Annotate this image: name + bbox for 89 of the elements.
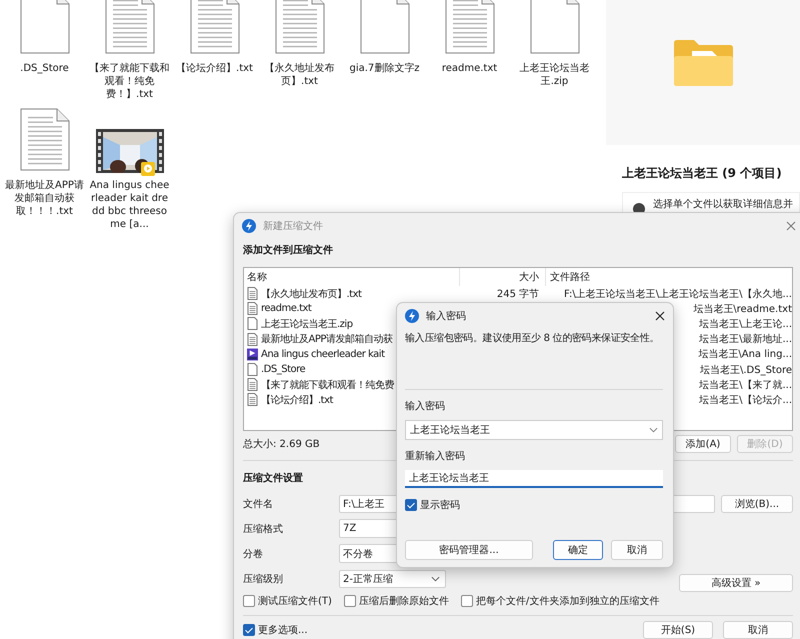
file-path: 坛当老王\Ana ling... bbox=[698, 348, 792, 362]
input-field[interactable]: 7Z bbox=[339, 519, 399, 538]
confirm-password-field[interactable]: 上老王论坛当老王 bbox=[405, 470, 663, 488]
folder-title: 上老王论坛当老王 (9 个项目) bbox=[622, 165, 783, 182]
file-size: 245 字节 bbox=[496, 288, 540, 301]
checkbox[interactable] bbox=[344, 595, 356, 607]
window-title: 新建压缩文件 bbox=[263, 220, 323, 233]
text-file-icon[interactable] bbox=[190, 0, 240, 56]
file-name: gia.7删除文字z bbox=[348, 62, 421, 75]
file-name: 最新地址及APP请发邮箱自动获取！！！.txt bbox=[4, 179, 84, 218]
password-manager-button[interactable]: 密码管理器... bbox=[405, 540, 533, 560]
text-file-icon bbox=[247, 393, 258, 406]
file-path: 坛当老王\.DS_Store bbox=[700, 364, 792, 377]
section-heading: 压缩文件设置 bbox=[243, 472, 303, 485]
checkbox-label: 测试压缩文件(T) bbox=[258, 594, 332, 608]
file-path: 坛当老王\最新地址... bbox=[699, 332, 792, 346]
close-icon[interactable] bbox=[655, 311, 665, 321]
file-name[interactable]: Ana lingus cheerleader kait bbox=[261, 348, 384, 360]
field-label: 重新输入密码 bbox=[405, 450, 466, 463]
checkbox-label: 压缩后删除原始文件 bbox=[358, 594, 449, 608]
play-badge-icon bbox=[141, 162, 155, 176]
file-icon[interactable] bbox=[530, 0, 580, 56]
message-text: 输入压缩包密码。建议使用至少 8 位的密码来保证安全性。 bbox=[405, 332, 660, 345]
chevron-icon bbox=[431, 576, 440, 582]
text-file-icon[interactable] bbox=[20, 107, 70, 173]
file-name[interactable]: readme.txt bbox=[261, 303, 312, 314]
file-name: readme.txt bbox=[440, 62, 498, 75]
field-label: 分卷 bbox=[243, 548, 264, 560]
field-label: 输入密码 bbox=[405, 400, 446, 413]
ok-button[interactable]: 确定 bbox=[553, 540, 603, 560]
advanced-settings-button[interactable]: 高级设置 » bbox=[679, 574, 793, 592]
video-file-icon bbox=[247, 348, 258, 361]
column-header[interactable]: 大小 bbox=[460, 268, 546, 286]
start-button[interactable]: 开始(S) bbox=[643, 621, 713, 639]
text-file-icon[interactable] bbox=[444, 0, 494, 56]
checkbox[interactable] bbox=[243, 624, 255, 636]
file-path: 坛当老王\上老王论... bbox=[699, 318, 792, 331]
checkbox-label: 把每个文件/文件夹添加到独立的压缩文件 bbox=[476, 594, 660, 608]
text-file-icon bbox=[247, 287, 258, 300]
file-name[interactable]: 【论坛介绍】.txt bbox=[261, 392, 333, 407]
file-path: 坛当老王\【来了就... bbox=[699, 378, 792, 392]
text-file-icon bbox=[247, 378, 258, 392]
input-field[interactable]: 不分卷 bbox=[339, 544, 399, 563]
total-size: 总大小: 2.69 GB bbox=[243, 438, 320, 451]
file-name[interactable]: 【来了就能下载和观看！纯免费 bbox=[261, 378, 394, 392]
cancel-button[interactable]: 取消 bbox=[723, 621, 793, 639]
text-file-icon[interactable] bbox=[104, 0, 154, 56]
column-header[interactable]: 文件路径 bbox=[546, 268, 792, 286]
checkbox[interactable] bbox=[405, 499, 417, 511]
info-text: 选择单个文件以获取详细信息并 bbox=[653, 198, 793, 211]
add-button[interactable]: 添加(A) bbox=[675, 435, 731, 453]
file-name: 【来了就能下载和观看！纯免费！】.txt bbox=[90, 62, 170, 101]
checkbox[interactable] bbox=[460, 595, 473, 607]
file-name: 【论坛介绍】.txt bbox=[175, 62, 254, 75]
file-path: 坛当老王\readme.txt bbox=[693, 302, 792, 316]
checkbox-label: 更多选项... bbox=[258, 624, 308, 637]
dropdown[interactable]: 2-正常压缩 bbox=[339, 570, 446, 588]
file-name: 上老王论坛当老王.zip bbox=[518, 62, 590, 88]
text-file-icon[interactable] bbox=[274, 0, 324, 56]
checkbox[interactable] bbox=[243, 595, 255, 607]
file-name[interactable]: .DS_Store bbox=[261, 364, 306, 376]
column-header[interactable]: 名称 bbox=[244, 268, 460, 286]
file-name: 【永久地址发布页】.txt bbox=[264, 62, 336, 88]
file-icon[interactable] bbox=[20, 0, 70, 56]
file-name[interactable]: 上老王论坛当老王.zip bbox=[261, 316, 353, 331]
text-file-icon bbox=[247, 332, 258, 346]
browse-button[interactable]: 浏览(B)... bbox=[721, 494, 793, 512]
field-label: 压缩级别 bbox=[243, 572, 284, 586]
field-label: 文件名 bbox=[243, 498, 274, 510]
checkbox-label: 显示密码 bbox=[420, 498, 460, 512]
section-heading: 添加文件到压缩文件 bbox=[243, 244, 333, 257]
folder-icon bbox=[672, 38, 734, 86]
file-name[interactable]: 最新地址及APP请发邮箱自动获 bbox=[261, 332, 392, 346]
file-name: .DS_Store bbox=[19, 62, 70, 75]
field-label: 压缩格式 bbox=[243, 522, 284, 536]
file-path: 坛当老王\【论坛介... bbox=[699, 394, 792, 407]
file-icon bbox=[247, 317, 258, 330]
file-name: Ana lingus cheerleader kait dredd bbc threesome [a... bbox=[90, 179, 170, 231]
file-name[interactable]: 【永久地址发布页】.txt bbox=[261, 286, 362, 301]
app-icon bbox=[405, 309, 419, 323]
text-file-icon bbox=[247, 302, 258, 316]
password-field[interactable]: 上老王论坛当老王 bbox=[405, 420, 663, 440]
file-icon[interactable] bbox=[360, 0, 410, 56]
cancel-button[interactable]: 取消 bbox=[611, 540, 663, 560]
chevron-icon bbox=[649, 427, 658, 433]
file-path: F:\上老王论坛当老王\上老王论坛当老王\【永久地... bbox=[564, 288, 792, 301]
window-title: 输入密码 bbox=[426, 310, 466, 323]
file-icon bbox=[247, 363, 258, 376]
app-icon bbox=[242, 219, 256, 233]
